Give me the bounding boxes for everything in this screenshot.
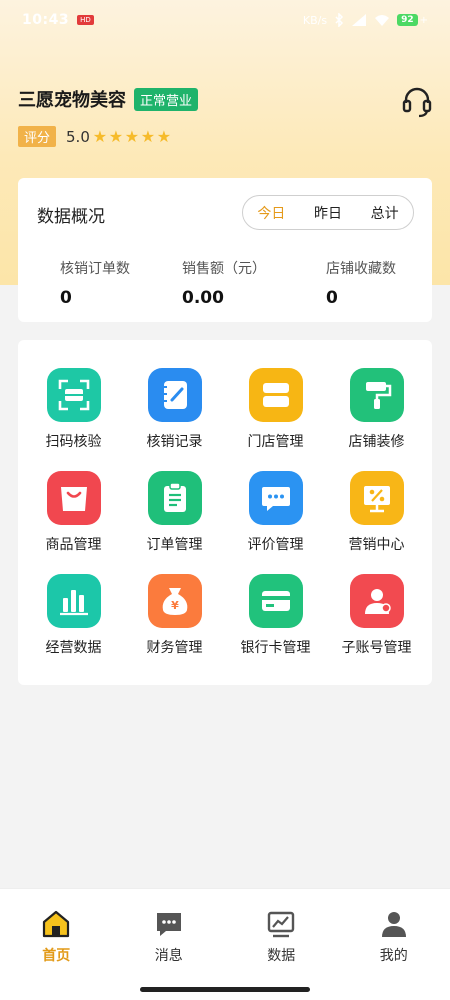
home-indicator <box>140 987 310 992</box>
stat-value: 0 <box>326 288 338 308</box>
star-icon: ★ <box>108 126 124 146</box>
menu-review-management[interactable]: 评价管理 <box>225 471 326 574</box>
battery-icon: 92 + <box>397 14 428 26</box>
clipboard-icon <box>147 471 202 525</box>
nav-label: 数据 <box>267 948 296 964</box>
sub-account-icon <box>349 574 404 628</box>
nav-profile[interactable]: 我的 <box>338 909 450 965</box>
menu-label: 店铺装修 <box>348 434 405 450</box>
tab-total[interactable]: 总计 <box>371 203 399 223</box>
menu-label: 扫码核验 <box>45 434 102 450</box>
menu-label: 商品管理 <box>45 537 102 553</box>
overview-title: 数据概况 <box>37 207 105 227</box>
network-speed: KB/s <box>302 13 328 27</box>
function-grid-card: 扫码核验 核销记录 门店管理 店铺装修 商品管理 订单管理 评价管理 营销中心 … <box>18 340 432 685</box>
status-badge: 正常营业 <box>134 87 199 111</box>
menu-label: 评价管理 <box>247 537 304 553</box>
star-icon: ★ <box>124 126 140 146</box>
bank-card-icon <box>248 574 303 628</box>
store-icon <box>248 368 303 422</box>
stat-label: 销售额（元） <box>182 261 266 277</box>
menu-label: 银行卡管理 <box>240 640 311 656</box>
stat-value: 0.00 <box>182 288 224 308</box>
tab-today[interactable]: 今日 <box>257 203 285 223</box>
stat-label: 店铺收藏数 <box>326 261 396 277</box>
signal-icon <box>352 14 367 26</box>
shop-name: 三愿宠物美容 <box>18 90 126 111</box>
period-selector: 今日 昨日 总计 <box>242 195 414 230</box>
svg-text:¥: ¥ <box>171 599 179 612</box>
menu-label: 订单管理 <box>146 537 203 553</box>
bluetooth-icon <box>335 13 344 27</box>
chat-bubble-icon <box>248 471 303 525</box>
bottom-nav: 首页 消息 数据 我的 <box>0 888 450 1000</box>
shopping-bag-icon <box>46 471 101 525</box>
bar-chart-icon <box>46 574 101 628</box>
status-bar: 10:43 HD KB/s 92 + <box>0 0 450 40</box>
nav-label: 消息 <box>154 948 183 964</box>
data-icon <box>268 911 295 938</box>
shop-header: 三愿宠物美容 正常营业 评分 5.0 ★ ★ ★ ★ ★ <box>18 86 432 147</box>
stat-value: 0 <box>60 288 72 308</box>
menu-label: 子账号管理 <box>341 640 412 656</box>
nav-label: 首页 <box>42 948 71 964</box>
rating-score: 5.0 <box>66 127 90 146</box>
stat-favorites: 店铺收藏数 0 <box>294 258 432 308</box>
menu-product-management[interactable]: 商品管理 <box>23 471 124 574</box>
money-bag-icon: ¥ <box>147 574 202 628</box>
menu-verify-records[interactable]: 核销记录 <box>124 368 225 471</box>
notebook-icon <box>147 368 202 422</box>
scan-icon <box>46 368 101 422</box>
star-icon: ★ <box>156 126 172 146</box>
menu-business-data[interactable]: 经营数据 <box>23 574 124 677</box>
tab-yesterday[interactable]: 昨日 <box>314 203 342 223</box>
menu-scan-verify[interactable]: 扫码核验 <box>23 368 124 471</box>
battery-level: 92 <box>397 14 418 26</box>
home-icon <box>43 910 70 938</box>
menu-label: 核销记录 <box>146 434 203 450</box>
discount-icon <box>349 471 404 525</box>
menu-bank-card-management[interactable]: 银行卡管理 <box>225 574 326 677</box>
function-grid: 扫码核验 核销记录 门店管理 店铺装修 商品管理 订单管理 评价管理 营销中心 … <box>23 368 427 677</box>
charging-icon: + <box>419 14 428 26</box>
hd-badge: HD <box>77 15 94 25</box>
stat-sales: 销售额（元） 0.00 <box>156 258 294 308</box>
menu-finance-management[interactable]: ¥ 财务管理 <box>124 574 225 677</box>
nav-label: 我的 <box>379 948 408 964</box>
message-icon <box>156 913 181 936</box>
menu-sub-account-management[interactable]: 子账号管理 <box>326 574 427 677</box>
data-overview-card: 数据概况 今日 昨日 总计 核销订单数 0 销售额（元） 0.00 店铺收藏数 … <box>18 178 432 322</box>
menu-label: 财务管理 <box>146 640 203 656</box>
status-time: 10:43 <box>22 12 70 28</box>
nav-messages[interactable]: 消息 <box>113 909 226 965</box>
nav-data[interactable]: 数据 <box>225 909 338 965</box>
stats-row: 核销订单数 0 销售额（元） 0.00 店铺收藏数 0 <box>18 258 432 308</box>
menu-order-management[interactable]: 订单管理 <box>124 471 225 574</box>
menu-store-decoration[interactable]: 店铺装修 <box>326 368 427 471</box>
headset-icon[interactable] <box>402 86 432 118</box>
menu-label: 门店管理 <box>247 434 304 450</box>
paint-roller-icon <box>349 368 404 422</box>
menu-label: 营销中心 <box>348 537 405 553</box>
menu-label: 经营数据 <box>45 640 102 656</box>
star-icon: ★ <box>92 126 108 146</box>
wifi-icon <box>375 15 390 26</box>
star-icon: ★ <box>140 126 156 146</box>
stat-verified-orders: 核销订单数 0 <box>18 258 156 308</box>
rating-stars: ★ ★ ★ ★ ★ <box>92 126 172 146</box>
menu-marketing-center[interactable]: 营销中心 <box>326 471 427 574</box>
stat-label: 核销订单数 <box>60 261 130 277</box>
user-icon <box>381 912 406 937</box>
nav-home[interactable]: 首页 <box>0 909 113 965</box>
menu-store-management[interactable]: 门店管理 <box>225 368 326 471</box>
rating-label: 评分 <box>18 126 57 147</box>
